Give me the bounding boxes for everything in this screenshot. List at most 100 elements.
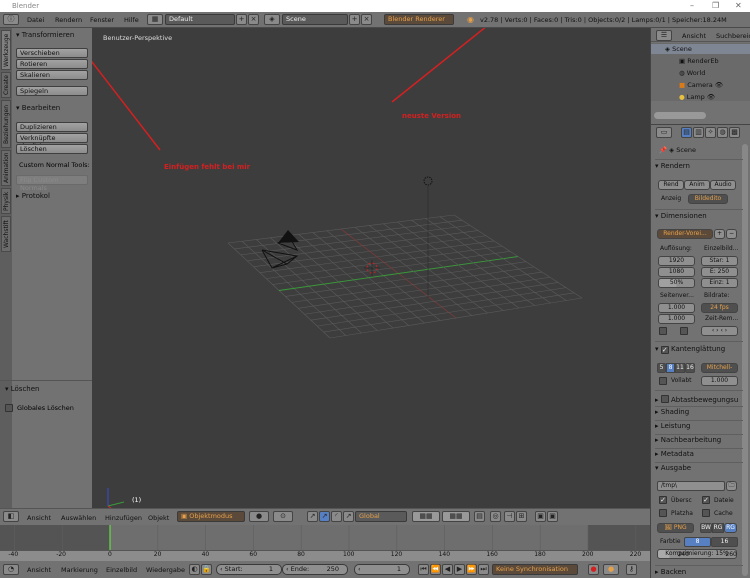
record-icon[interactable]: ● bbox=[588, 564, 599, 575]
menu-add[interactable]: Hinzufügen bbox=[105, 514, 142, 522]
duplicate-button[interactable]: Duplizieren bbox=[16, 122, 88, 132]
color-mode-rgba[interactable]: RG bbox=[724, 523, 737, 533]
outliner-item-camera[interactable]: ■ Camera 👁 bbox=[679, 81, 723, 89]
maximize-button[interactable]: ❐ bbox=[712, 1, 719, 10]
render-animation-button[interactable]: Anim bbox=[684, 180, 710, 190]
scale-manipulator-icon[interactable]: ↗ bbox=[343, 511, 354, 522]
remove-preset-button[interactable]: − bbox=[726, 229, 737, 239]
menu-rendern[interactable]: Rendern bbox=[55, 16, 82, 24]
snap-icon[interactable]: ⊣ bbox=[504, 511, 515, 522]
output-panel-header[interactable]: ▾ Ausgabe bbox=[655, 464, 691, 472]
scene-icon[interactable]: ◈ bbox=[264, 14, 280, 25]
menu-datei[interactable]: Datei bbox=[27, 16, 44, 24]
timeline[interactable]: -40 -20 0 20 40 60 80 100 120 140 160 180 200 220 240 2… bbox=[0, 525, 737, 561]
browse-folder-icon[interactable]: 🗀 bbox=[726, 481, 737, 491]
outliner-search-menu[interactable]: Suchbereich bbox=[716, 32, 750, 40]
jump-keyframe-forward-icon[interactable]: ⏩ bbox=[466, 564, 477, 575]
rotate-button[interactable]: Rotieren bbox=[16, 59, 88, 69]
aa-samples-5[interactable]: 5 bbox=[657, 363, 666, 373]
outliner-editor-icon[interactable]: ☰ bbox=[656, 30, 672, 41]
metadata-panel-header[interactable]: ▸ Metadata bbox=[655, 450, 694, 458]
transform-orientation-select[interactable]: Global bbox=[355, 511, 407, 522]
layers-grid-1[interactable]: ▦▦ bbox=[412, 511, 440, 522]
bake-panel-header[interactable]: ▸ Backen bbox=[655, 568, 686, 576]
manipulator-icon[interactable]: ↗ bbox=[307, 511, 318, 522]
jump-start-icon[interactable]: ⏮ bbox=[418, 564, 429, 575]
snap-element-icon[interactable]: ⊞ bbox=[516, 511, 527, 522]
history-panel-header[interactable]: ▸ Protokol bbox=[16, 192, 50, 200]
layout-select[interactable]: Default bbox=[165, 14, 235, 25]
preview-range-icon[interactable]: ◐ bbox=[189, 564, 200, 575]
menu-fenster[interactable]: Fenster bbox=[90, 16, 114, 24]
dimensions-panel-header[interactable]: ▾ Dimensionen bbox=[655, 212, 707, 220]
outliner-item-scene[interactable]: ◈ Scene bbox=[665, 45, 692, 53]
mode-select[interactable]: ▣ Objektmodus bbox=[177, 511, 245, 522]
sync-mode-select[interactable]: Keine Synchronisation bbox=[492, 564, 578, 575]
translate-manipulator-icon[interactable]: ↗ bbox=[319, 511, 330, 522]
viewport-shading-icon[interactable]: ● bbox=[249, 511, 269, 522]
menu-frame[interactable]: Einzelbild bbox=[106, 566, 137, 574]
cache-checkbox[interactable] bbox=[702, 509, 710, 517]
aspect-x-field[interactable]: 1.000 bbox=[658, 303, 695, 313]
end-frame-field[interactable]: ‹ Ende: 250 bbox=[282, 564, 348, 575]
overwrite-checkbox[interactable]: ✓ bbox=[659, 496, 667, 504]
motion-blur-panel-header[interactable]: ▸ Abtastbewegungsu bbox=[655, 394, 738, 404]
full-sample-checkbox[interactable] bbox=[659, 377, 667, 385]
start-frame-field[interactable]: ‹ Start: 1 bbox=[216, 564, 282, 575]
translate-button[interactable]: Verschieben bbox=[16, 48, 88, 58]
3d-view-editor-icon[interactable]: ◧ bbox=[3, 511, 19, 522]
current-frame-field[interactable]: ‹ 1 bbox=[354, 564, 410, 575]
menu-object[interactable]: Objekt bbox=[148, 514, 169, 522]
crop-checkbox[interactable] bbox=[680, 327, 688, 335]
framerate-select[interactable]: 24 fps bbox=[701, 303, 738, 313]
resolution-percentage-slider[interactable]: 50% bbox=[658, 278, 695, 288]
rotate-manipulator-icon[interactable]: ◜ bbox=[331, 511, 342, 522]
scene-tab-icon[interactable]: ✧ bbox=[705, 127, 716, 138]
duplicate-linked-button[interactable]: Verknüpfte duplizieren bbox=[16, 133, 88, 150]
menu-select[interactable]: Auswählen bbox=[61, 514, 96, 522]
scale-button[interactable]: Skalieren bbox=[16, 70, 88, 80]
lock-layers-icon[interactable]: ▤ bbox=[474, 511, 485, 522]
transform-panel-header[interactable]: ▾ Transformieren bbox=[16, 31, 74, 39]
time-remap-fields[interactable]: ‹ › ‹ › bbox=[701, 326, 738, 336]
render-audio-button[interactable]: Audio bbox=[710, 180, 736, 190]
output-path-field[interactable]: /tmp\ bbox=[657, 481, 725, 491]
add-layout-icon[interactable]: + bbox=[236, 14, 247, 25]
file-extensions-checkbox[interactable]: ✓ bbox=[702, 496, 710, 504]
add-preset-button[interactable]: + bbox=[714, 229, 725, 239]
shading-panel-header[interactable]: ▸ Shading bbox=[655, 408, 689, 416]
global-delete-checkbox[interactable] bbox=[5, 404, 13, 412]
motion-blur-checkbox[interactable] bbox=[660, 395, 669, 403]
menu-view[interactable]: Ansicht bbox=[27, 566, 51, 574]
post-processing-panel-header[interactable]: ▸ Nachbearbeitung bbox=[655, 436, 721, 444]
color-depth-16[interactable]: 16 bbox=[711, 537, 738, 547]
aspect-y-field[interactable]: 1.000 bbox=[658, 314, 695, 324]
proportional-edit-icon[interactable]: ◎ bbox=[490, 511, 501, 522]
aa-samples-11[interactable]: 11 bbox=[675, 363, 685, 373]
tab-physik[interactable]: Physik bbox=[1, 188, 11, 214]
color-depth-8[interactable]: 8 bbox=[684, 537, 711, 547]
operator-panel-header[interactable]: ▾ Löschen bbox=[5, 385, 40, 393]
outliner-view-menu[interactable]: Ansicht bbox=[682, 32, 706, 40]
lock-icon[interactable]: 🔒 bbox=[201, 564, 212, 575]
outliner-item-lamp[interactable]: ● Lamp 👁 bbox=[679, 93, 715, 101]
keyframe-key-icon[interactable]: ⚷ bbox=[626, 564, 637, 575]
resolution-y-field[interactable]: 1080 bbox=[658, 267, 695, 277]
tab-werkzeuge[interactable]: Werkzeuge bbox=[1, 30, 11, 70]
add-scene-icon[interactable]: + bbox=[349, 14, 360, 25]
jump-keyframe-back-icon[interactable]: ⏪ bbox=[430, 564, 441, 575]
edit-panel-header[interactable]: ▾ Bearbeiten bbox=[16, 104, 60, 112]
keying-set-icon[interactable]: ● bbox=[603, 564, 619, 575]
render-preset-select[interactable]: Render-Vorei... bbox=[657, 229, 713, 239]
world-tab-icon[interactable]: ◍ bbox=[717, 127, 728, 138]
antialiasing-panel-header[interactable]: ▾ ✓ Kantenglättung bbox=[655, 345, 725, 354]
display-select[interactable]: Bildedito bbox=[688, 194, 728, 204]
render-tab-icon[interactable]: ▤ bbox=[681, 127, 692, 138]
frame-step-field[interactable]: Einz: 1 bbox=[701, 278, 738, 288]
color-mode-rgb[interactable]: RG bbox=[712, 523, 724, 533]
render-anim-opengl-icon[interactable]: ▣ bbox=[547, 511, 558, 522]
lamp-object[interactable] bbox=[423, 176, 433, 186]
render-image-button[interactable]: Rend bbox=[658, 180, 684, 190]
aa-samples-8[interactable]: 8 bbox=[666, 363, 675, 373]
remove-scene-icon[interactable]: × bbox=[361, 14, 372, 25]
